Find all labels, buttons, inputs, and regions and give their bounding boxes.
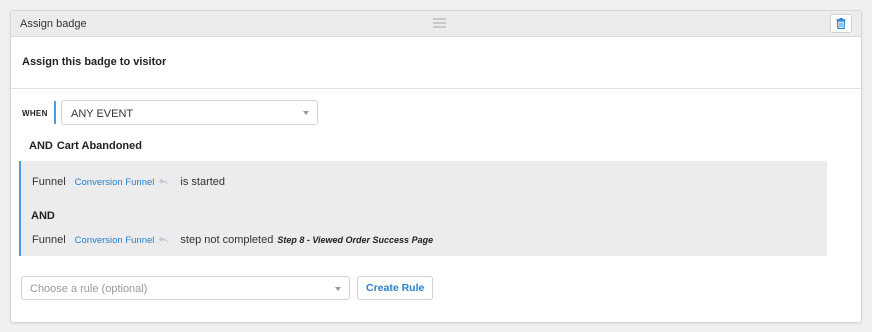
event-select-value: ANY EVENT: [71, 108, 134, 120]
caret-down-icon: [303, 111, 309, 115]
subheader-title: Assign this badge to visitor: [22, 56, 167, 68]
rule-select[interactable]: Choose a rule (optional): [21, 276, 350, 300]
condition-type: Funnel: [32, 176, 66, 188]
event-select[interactable]: ANY EVENT: [61, 100, 318, 125]
trigger-name: Cart Abandoned: [56, 140, 142, 152]
when-accent-bar: [54, 101, 56, 124]
condition-action: step not completed: [180, 234, 274, 246]
condition-row: Funnel Conversion Funnel step not comple…: [32, 234, 433, 246]
caret-down-icon: [335, 287, 341, 291]
conditions-join-label: AND: [31, 210, 55, 222]
when-row: WHEN ANY EVENT: [21, 100, 341, 126]
panel-header: Assign badge: [11, 11, 861, 37]
condition-action: is started: [180, 176, 226, 188]
trigger-row: AND Cart Abandoned: [29, 140, 142, 152]
undo-arrow-icon[interactable]: [158, 236, 169, 244]
assign-badge-panel: Assign badge Assign this badge to visito…: [10, 10, 862, 323]
panel-title: Assign badge: [20, 18, 87, 30]
condition-step-name: Step 8 - Viewed Order Success Page: [277, 235, 434, 245]
conditions-block: Funnel Conversion Funnel is started AND …: [19, 161, 827, 256]
funnel-link[interactable]: Conversion Funnel: [75, 177, 155, 188]
delete-button[interactable]: [830, 14, 852, 33]
rule-select-placeholder: Choose a rule (optional): [30, 283, 148, 295]
trash-icon: [836, 18, 846, 29]
drag-handle-icon[interactable]: [433, 18, 446, 28]
condition-row: Funnel Conversion Funnel is started: [32, 176, 225, 188]
panel-subheader: Assign this badge to visitor: [11, 37, 861, 89]
create-rule-button[interactable]: Create Rule: [357, 276, 434, 300]
undo-arrow-icon[interactable]: [158, 178, 169, 186]
condition-type: Funnel: [32, 234, 66, 246]
trigger-and-label: AND: [29, 140, 53, 152]
when-label: WHEN: [22, 109, 48, 118]
funnel-link[interactable]: Conversion Funnel: [75, 235, 155, 246]
